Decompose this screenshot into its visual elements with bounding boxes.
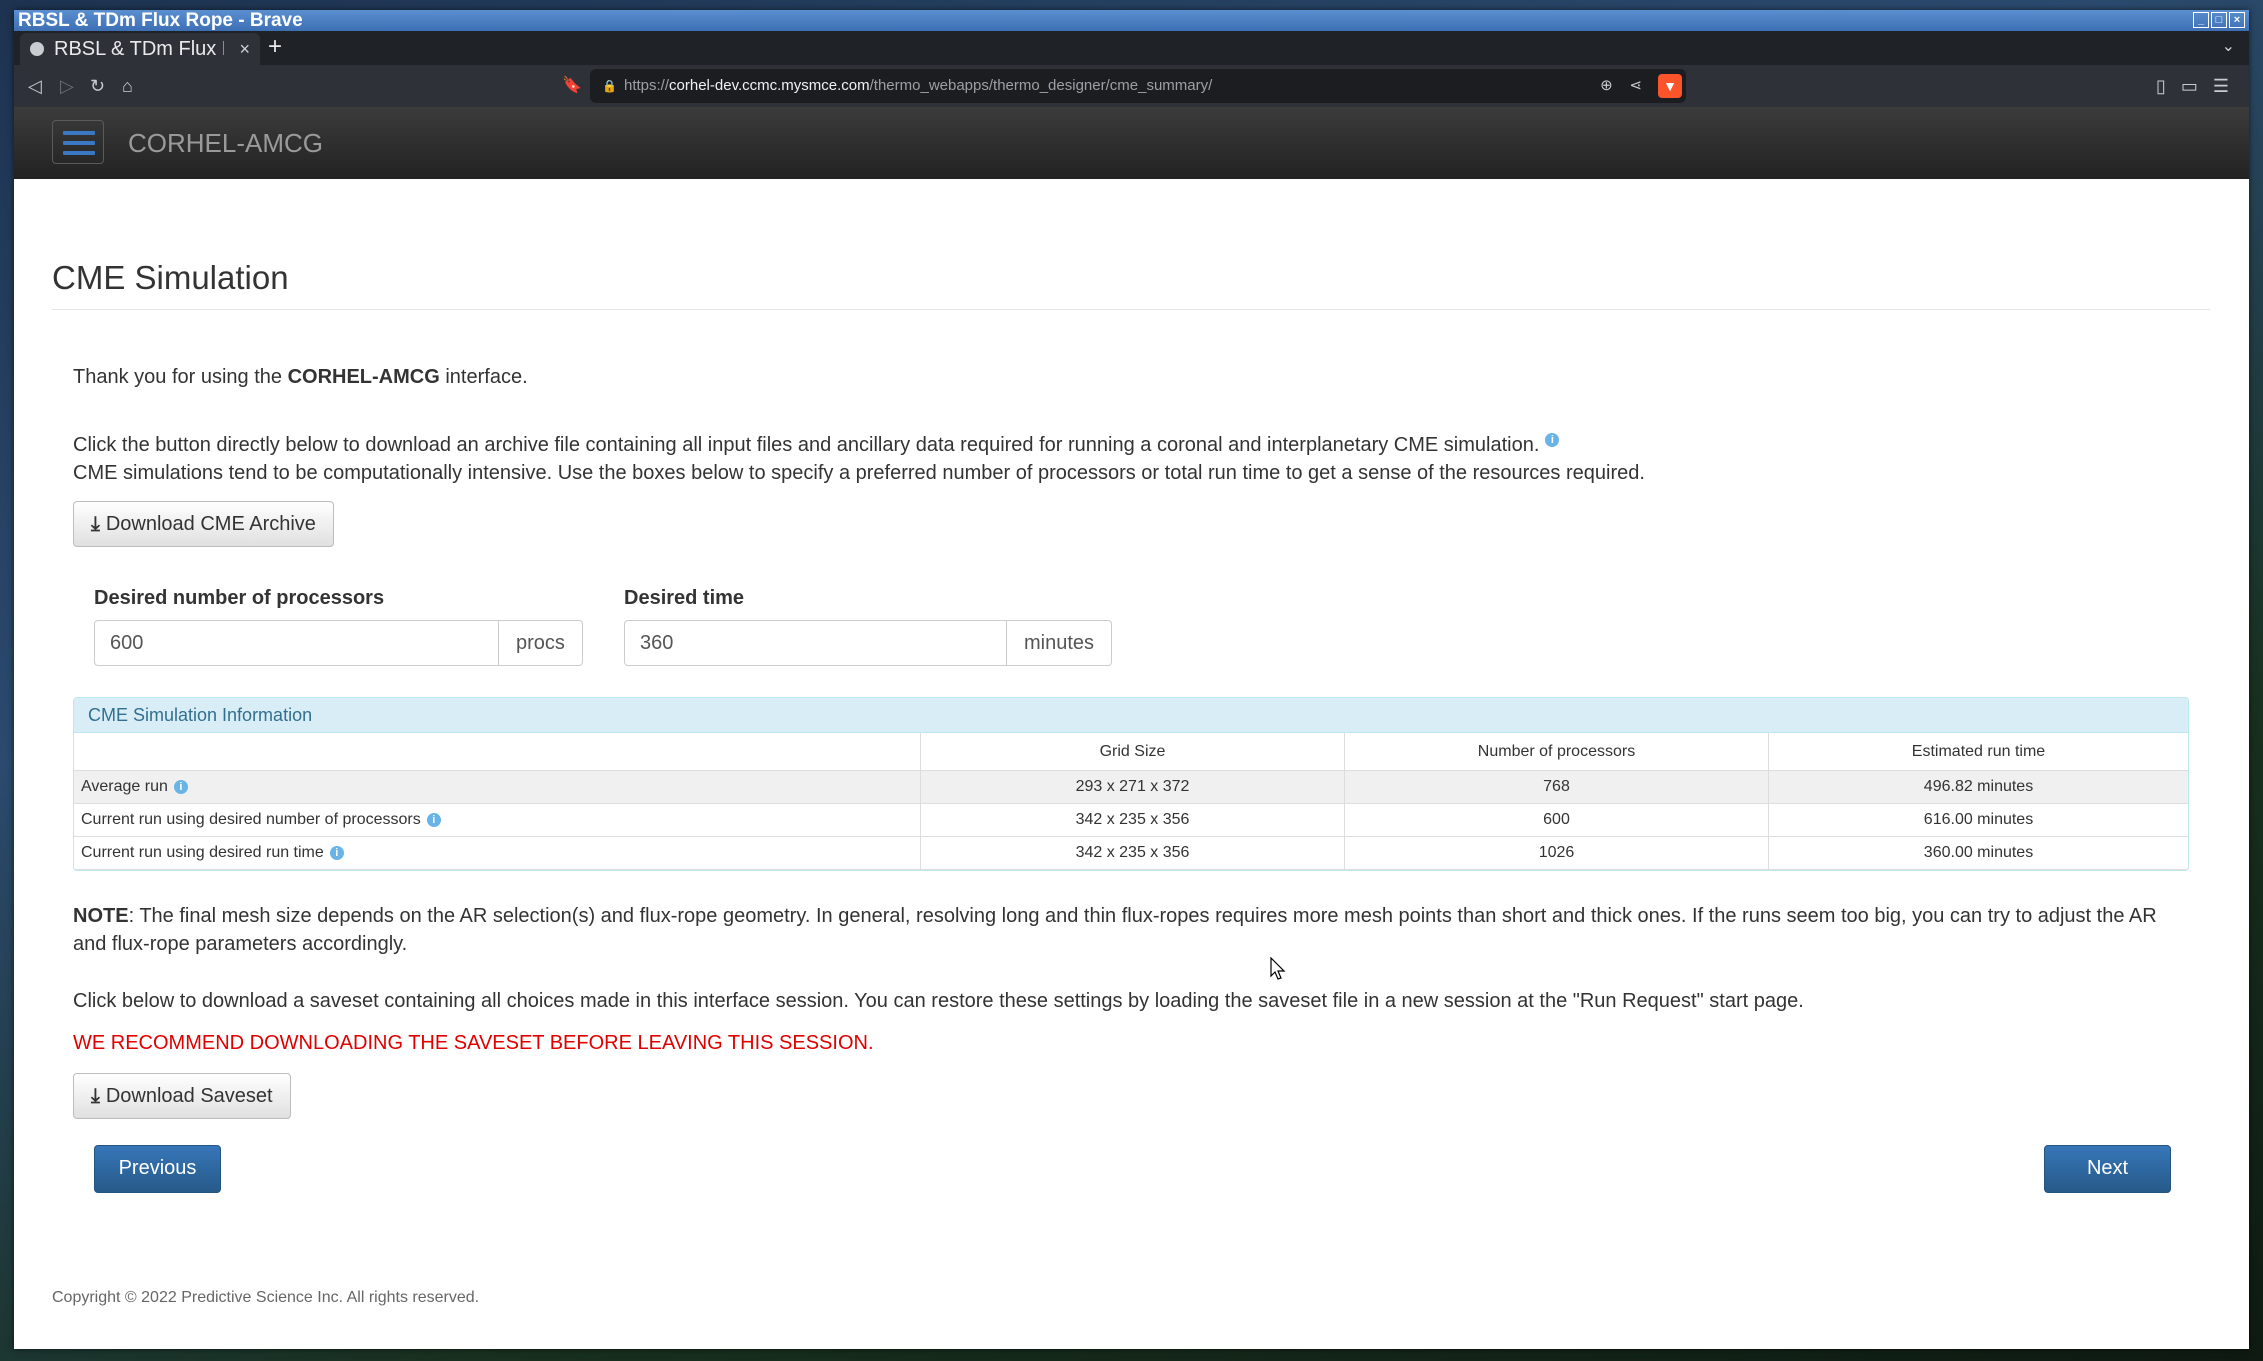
procs-cell: 1026 bbox=[1344, 836, 1769, 870]
maximize-icon[interactable]: □ bbox=[2211, 12, 2227, 28]
sidebar-icon[interactable]: ▯ bbox=[2156, 76, 2166, 96]
minimize-icon[interactable]: _ bbox=[2193, 12, 2209, 28]
site-navbar: CORHEL-AMCG bbox=[14, 107, 2249, 179]
footer-copyright: Copyright © 2022 Predictive Science Inc.… bbox=[52, 1289, 480, 1306]
lock-icon: 🔒 bbox=[602, 79, 617, 93]
procs-label: Desired number of processors bbox=[94, 587, 385, 609]
forward-icon[interactable]: ▷ bbox=[60, 65, 74, 107]
back-icon[interactable]: ◁ bbox=[28, 65, 42, 107]
info-icon[interactable]: i bbox=[329, 845, 344, 860]
procs-cell: 600 bbox=[1344, 803, 1769, 837]
time-input-group: minutes bbox=[624, 620, 1113, 666]
window-controls: _ □ × bbox=[2193, 12, 2245, 28]
tab-strip: RBSL & TDm Flux Rope × bbox=[14, 31, 2249, 65]
thanks-text: Thank you for using the CORHEL-AMCG inte… bbox=[73, 366, 528, 388]
intro-text: Click the button directly below to downl… bbox=[73, 433, 1645, 484]
column-header: Grid Size bbox=[920, 733, 1345, 771]
column-header: Estimated run time bbox=[1768, 733, 2188, 771]
grid-cell: 342 x 235 x 356 bbox=[920, 803, 1345, 837]
procs-input-group: procs bbox=[94, 620, 583, 666]
row-label: Current run using desired number of proc… bbox=[74, 803, 921, 837]
url-action-icons: ⊕ ⋖ bbox=[1600, 69, 1642, 103]
bookmark-icon[interactable]: 🔖 bbox=[562, 65, 582, 107]
menu-icon[interactable]: ☰ bbox=[2213, 76, 2229, 96]
table-header-row: Grid Size Number of processors Estimated… bbox=[74, 733, 2188, 771]
reload-icon[interactable]: ↻ bbox=[90, 65, 105, 107]
saveset-warning: WE RECOMMEND DOWNLOADING THE SAVESET BEF… bbox=[73, 1032, 874, 1054]
address-bar[interactable]: 🔒 https://corhel-dev.ccmc.mysmce.com/the… bbox=[590, 69, 1686, 103]
share-icon[interactable]: ⋖ bbox=[1629, 77, 1642, 94]
download-icon: ⤓ bbox=[91, 1085, 100, 1107]
time-cell: 616.00 minutes bbox=[1768, 803, 2188, 837]
column-header: Number of processors bbox=[1344, 733, 1769, 771]
browser-toolbar: ◁ ▷ ↻ ⌂ 🔖 🔒 https://corhel-dev.ccmc.mysm… bbox=[14, 65, 2249, 107]
time-label: Desired time bbox=[624, 587, 745, 609]
new-tab-icon[interactable]: + bbox=[268, 31, 282, 63]
cme-info-panel: CME Simulation Information Grid Size Num… bbox=[73, 697, 2189, 871]
tab-label: RBSL & TDm Flux Rope bbox=[54, 38, 224, 60]
procs-input[interactable] bbox=[94, 620, 499, 666]
toolbar-right-icons: ▯ ▭ ☰ bbox=[2156, 65, 2229, 107]
page-content: CORHEL-AMCG CME Simulation Thank you for… bbox=[14, 107, 2249, 1349]
column-header bbox=[74, 733, 921, 771]
close-window-icon[interactable]: × bbox=[2229, 12, 2245, 28]
download-saveset-button[interactable]: ⤓ Download Saveset bbox=[73, 1073, 291, 1119]
time-cell: 496.82 minutes bbox=[1768, 770, 2188, 804]
window-title: RBSL & TDm Flux Rope - Brave bbox=[18, 10, 303, 31]
info-icon[interactable]: i bbox=[173, 779, 188, 794]
wallet-icon[interactable]: ▭ bbox=[2181, 76, 2198, 96]
saveset-text: Click below to download a saveset contai… bbox=[73, 990, 1804, 1012]
brave-shield-icon[interactable]: ▼ bbox=[1658, 74, 1682, 98]
table-row: Current run using desired number of proc… bbox=[74, 803, 2188, 837]
cme-info-table: Grid Size Number of processors Estimated… bbox=[74, 733, 2188, 870]
procs-unit: procs bbox=[499, 620, 583, 666]
brand-name[interactable]: CORHEL-AMCG bbox=[128, 107, 323, 179]
download-icon: ⤓ bbox=[91, 513, 100, 535]
tab-list-chevron-icon[interactable]: ⌄ bbox=[2222, 31, 2235, 63]
zoom-icon[interactable]: ⊕ bbox=[1600, 77, 1613, 94]
browser-tab[interactable]: RBSL & TDm Flux Rope × bbox=[20, 33, 260, 65]
mouse-cursor-icon bbox=[1270, 957, 1286, 980]
next-button[interactable]: Next bbox=[2044, 1145, 2171, 1193]
row-label: Current run using desired run time i bbox=[74, 836, 921, 870]
table-row: Current run using desired run time i 342 … bbox=[74, 836, 2188, 870]
time-unit: minutes bbox=[1007, 620, 1113, 666]
procs-cell: 768 bbox=[1344, 770, 1769, 804]
tab-close-icon[interactable]: × bbox=[239, 33, 250, 65]
info-icon[interactable]: i bbox=[1545, 433, 1560, 447]
table-row: Average run i 293 x 271 x 372 768 496.82 … bbox=[74, 770, 2188, 804]
window-titlebar: RBSL & TDm Flux Rope - Brave _ □ × bbox=[14, 10, 2249, 31]
grid-cell: 293 x 271 x 372 bbox=[920, 770, 1345, 804]
page-title: CME Simulation bbox=[52, 259, 289, 296]
download-archive-button[interactable]: ⤓ Download CME Archive bbox=[73, 501, 334, 547]
time-input[interactable] bbox=[624, 620, 1007, 666]
title-divider bbox=[52, 309, 2210, 310]
time-cell: 360.00 minutes bbox=[1768, 836, 2188, 870]
note-text: NOTE: The final mesh size depends on the… bbox=[73, 905, 2157, 955]
url-text: https://corhel-dev.ccmc.mysmce.com/therm… bbox=[624, 77, 1213, 94]
previous-button[interactable]: Previous bbox=[94, 1145, 221, 1193]
favicon-icon bbox=[30, 42, 44, 56]
info-icon[interactable]: i bbox=[426, 812, 441, 827]
panel-heading: CME Simulation Information bbox=[74, 698, 2188, 733]
hamburger-menu-button[interactable] bbox=[52, 120, 104, 164]
row-label: Average run i bbox=[74, 770, 921, 804]
browser-window: RBSL & TDm Flux Rope - Brave _ □ × RBSL … bbox=[14, 10, 2249, 1349]
home-icon[interactable]: ⌂ bbox=[122, 65, 133, 107]
grid-cell: 342 x 235 x 356 bbox=[920, 836, 1345, 870]
